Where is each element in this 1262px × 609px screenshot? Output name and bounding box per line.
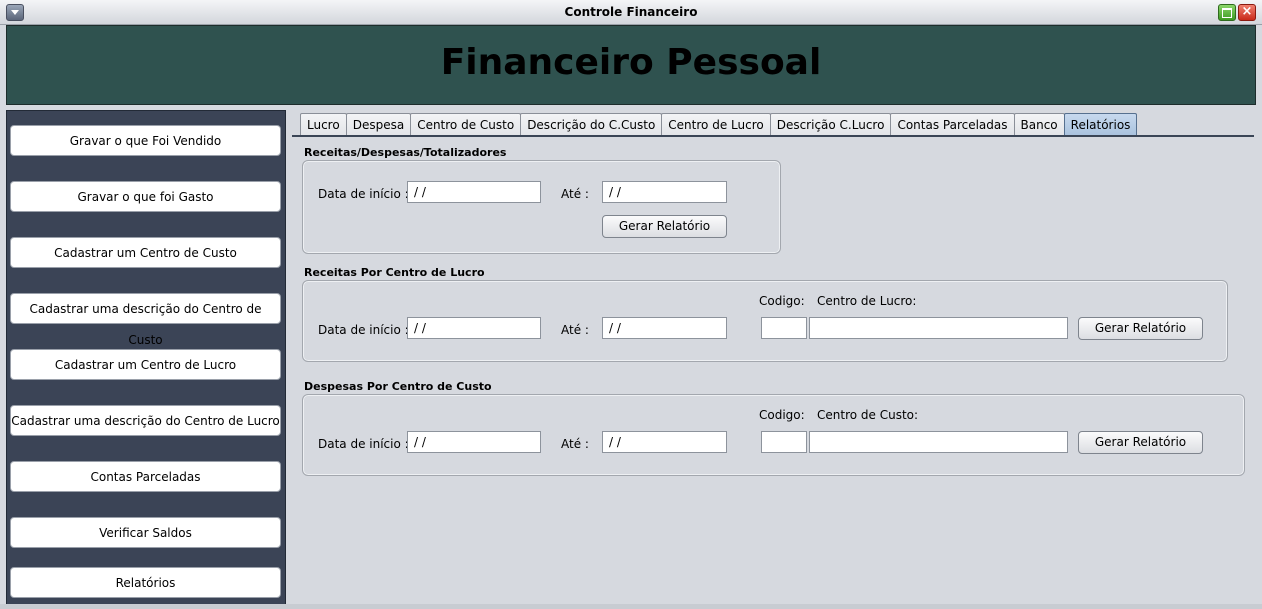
end-date-field[interactable]: / / <box>602 431 727 453</box>
code-label: Codigo: <box>759 408 805 422</box>
sidebar-button-relatorios[interactable]: Relatórios <box>10 567 281 598</box>
generate-report-button[interactable]: Gerar Relatório <box>602 215 727 238</box>
start-date-label: Data de início : <box>318 187 409 201</box>
sidebar-button-descricao-centro-custo[interactable]: Cadastrar uma descrição do Centro de Cus… <box>10 293 281 347</box>
start-date-label: Data de início : <box>318 323 409 337</box>
tab-bar: Lucro Despesa Centro de Custo Descrição … <box>300 113 1138 136</box>
group-despesas-custo: Codigo: Centro de Custo: Data de início … <box>302 394 1245 476</box>
group-title-despesas-custo: Despesas Por Centro de Custo <box>304 380 492 393</box>
tab-lucro[interactable]: Lucro <box>300 113 347 136</box>
profit-center-field[interactable] <box>809 317 1068 339</box>
close-icon[interactable]: × <box>1238 4 1256 21</box>
sidebar-button-cadastrar-centro-custo[interactable]: Cadastrar um Centro de Custo <box>10 237 281 268</box>
tab-divider <box>292 135 1254 137</box>
maximize-icon[interactable] <box>1218 4 1236 21</box>
cost-center-label: Centro de Custo: <box>817 408 919 422</box>
cost-center-field[interactable] <box>809 431 1068 453</box>
tab-centro-de-lucro[interactable]: Centro de Lucro <box>661 113 771 136</box>
end-date-label: Até : <box>561 187 589 201</box>
main-content: Lucro Despesa Centro de Custo Descrição … <box>287 110 1254 603</box>
start-date-field[interactable]: / / <box>407 431 541 453</box>
window-bottom-edge <box>0 604 1262 609</box>
group-title-receitas-lucro: Receitas Por Centro de Lucro <box>304 266 485 279</box>
start-date-label: Data de início : <box>318 437 409 451</box>
tab-contas-parceladas[interactable]: Contas Parceladas <box>890 113 1015 136</box>
generate-report-button[interactable]: Gerar Relatório <box>1078 431 1203 454</box>
end-date-label: Até : <box>561 437 589 451</box>
end-date-field[interactable]: / / <box>602 317 727 339</box>
profit-center-label: Centro de Lucro: <box>817 294 917 308</box>
sidebar-button-contas-parceladas[interactable]: Contas Parceladas <box>10 461 281 492</box>
end-date-field[interactable]: / / <box>602 181 727 203</box>
code-label: Codigo: <box>759 294 805 308</box>
sidebar-button-gravar-gasto[interactable]: Gravar o que foi Gasto <box>10 181 281 212</box>
tab-centro-de-custo[interactable]: Centro de Custo <box>410 113 522 136</box>
group-title-totalizadores: Receitas/Despesas/Totalizadores <box>304 146 507 159</box>
tab-despesa[interactable]: Despesa <box>345 113 412 136</box>
tab-banco[interactable]: Banco <box>1013 113 1065 136</box>
start-date-field[interactable]: / / <box>407 317 541 339</box>
tab-descricao-c-lucro[interactable]: Descrição C.Lucro <box>769 113 892 136</box>
code-field[interactable] <box>761 317 807 339</box>
group-totalizadores: Data de início : / / Até : / / Gerar Rel… <box>302 160 781 254</box>
code-field[interactable] <box>761 431 807 453</box>
title-bar: Controle Financeiro × <box>0 0 1262 25</box>
sidebar-button-cadastrar-centro-lucro[interactable]: Cadastrar um Centro de Lucro <box>10 349 281 380</box>
end-date-label: Até : <box>561 323 589 337</box>
sidebar: Gravar o que Foi Vendido Gravar o que fo… <box>6 110 286 605</box>
window-title: Controle Financeiro <box>564 5 698 19</box>
group-receitas-lucro: Codigo: Centro de Lucro: Data de início … <box>302 280 1228 362</box>
start-date-field[interactable]: / / <box>407 181 541 203</box>
sidebar-button-gravar-vendido[interactable]: Gravar o que Foi Vendido <box>10 125 281 156</box>
tab-descricao-c-custo[interactable]: Descrição do C.Custo <box>520 113 663 136</box>
header-banner: Financeiro Pessoal <box>6 25 1256 105</box>
generate-report-button[interactable]: Gerar Relatório <box>1078 317 1203 340</box>
sidebar-button-verificar-saldos[interactable]: Verificar Saldos <box>10 517 281 548</box>
sidebar-button-descricao-centro-lucro[interactable]: Cadastrar uma descrição do Centro de Luc… <box>10 405 281 436</box>
tab-relatorios[interactable]: Relatórios <box>1063 113 1138 136</box>
banner-title: Financeiro Pessoal <box>440 42 822 83</box>
app-window: Controle Financeiro × Financeiro Pessoal… <box>0 0 1262 609</box>
